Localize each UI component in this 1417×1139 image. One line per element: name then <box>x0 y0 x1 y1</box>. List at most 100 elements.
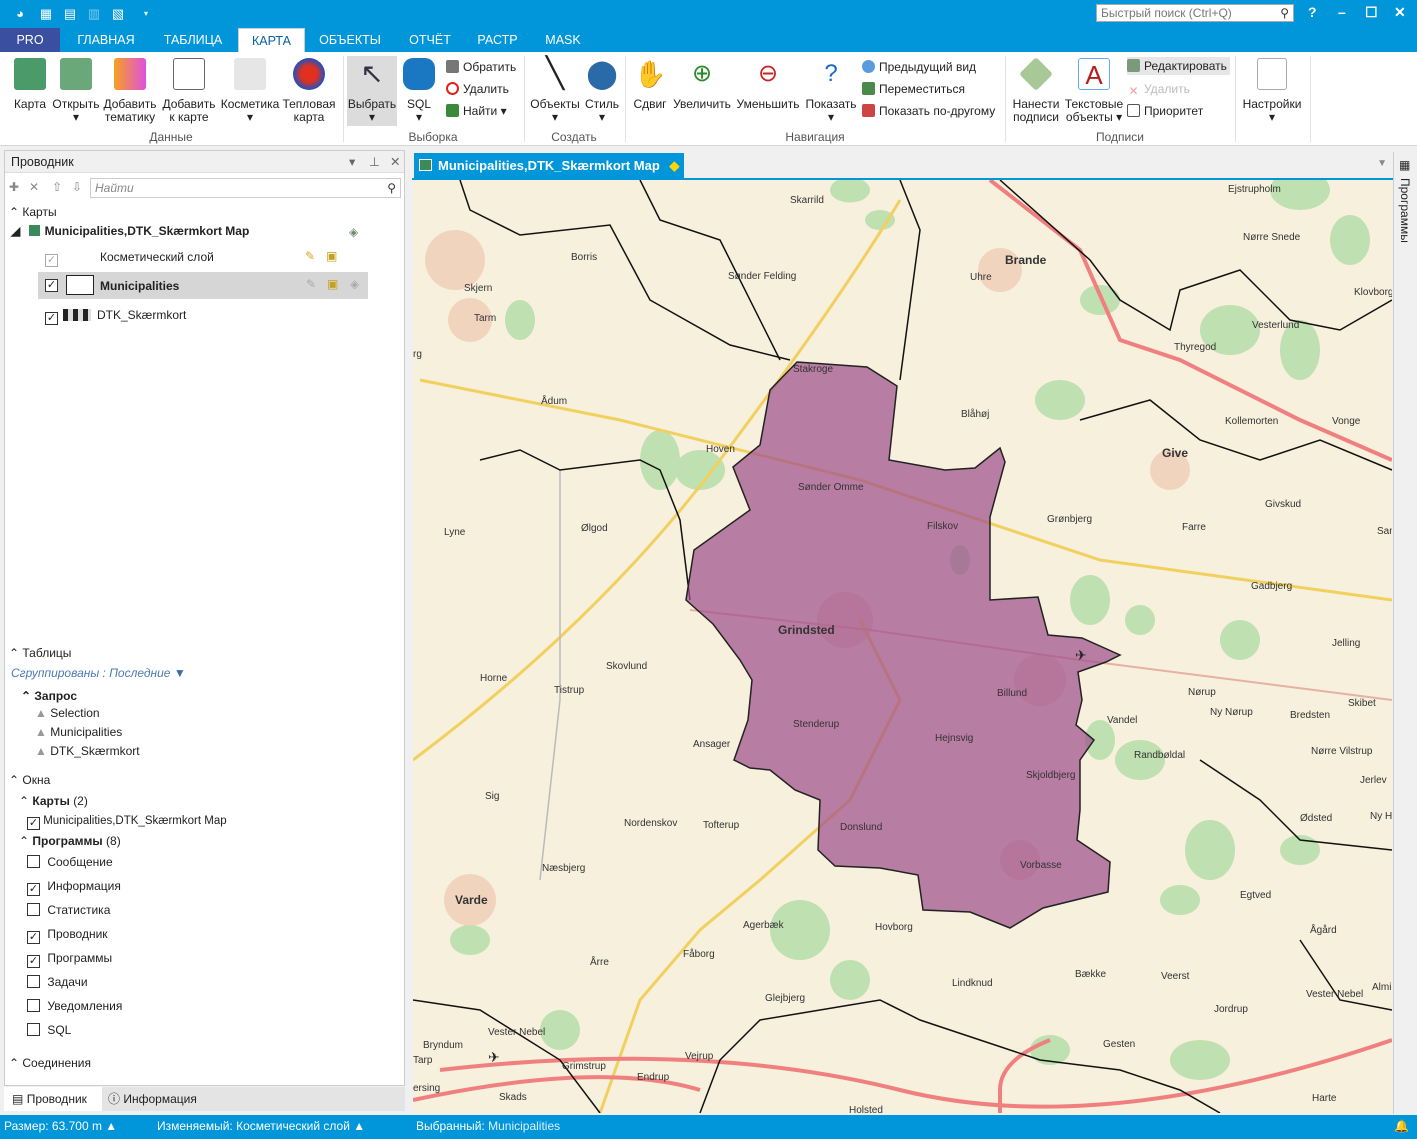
program-item[interactable]: ✓ Проводник <box>27 927 108 944</box>
open-button[interactable]: Открыть ▾ <box>52 58 100 124</box>
heatmap-button[interactable]: Тепловая карта <box>282 58 336 124</box>
show-button[interactable]: ? Показать ▾ <box>804 58 858 124</box>
zoom-in-button[interactable]: ⊕ Увеличить <box>672 58 732 111</box>
editable-pencil-icon[interactable]: ✎ <box>306 277 316 291</box>
editable-pencil-icon[interactable]: ✎ <box>305 249 315 263</box>
map-window-item[interactable]: ✓ Municipalities,DTK_Skærmkort Map <box>27 815 227 830</box>
program-item[interactable]: Статистика <box>27 903 110 917</box>
move-down-icon[interactable]: ⇩ <box>72 180 82 194</box>
label-visibility-icon[interactable]: ◈ <box>350 277 359 291</box>
program-checkbox[interactable] <box>27 1023 40 1036</box>
map-tree-item[interactable]: ◢ Municipalities,DTK_Skærmkort Map <box>11 224 249 238</box>
delete-selection-button[interactable]: Удалить <box>446 80 509 98</box>
find-layer-input[interactable]: Найти ⚲ <box>90 178 401 198</box>
select-button[interactable]: ↖ Выбрать ▾ <box>347 56 397 126</box>
show-other-button[interactable]: Показать по-другому <box>862 102 995 120</box>
programs-window-group[interactable]: ⌃ Программы (8) <box>19 834 121 848</box>
tab-pro[interactable]: PRO <box>0 28 60 52</box>
map-canvas[interactable]: Skarrild Ejstrupholm Borris Sønder Felding U… <box>413 180 1392 1113</box>
layer-visibility-checkbox[interactable]: ✓ <box>45 312 58 325</box>
help-button[interactable]: ? <box>1308 4 1317 20</box>
tables-section-header[interactable]: ⌃ Таблицы <box>9 646 71 660</box>
label-tools-icon[interactable]: ◈ <box>349 225 358 239</box>
style-button[interactable]: ⬤ Стиль ▾ <box>583 58 621 124</box>
remove-icon[interactable]: ✕ <box>29 180 39 194</box>
tab-report[interactable]: ОТЧЁТ <box>400 28 460 52</box>
cosmetic-button[interactable]: Косметика ▾ <box>220 58 280 124</box>
objects-button[interactable]: ╲ Объекты ▾ <box>529 58 581 124</box>
layer-visibility-checkbox[interactable]: ✓ <box>45 279 58 292</box>
program-checkbox[interactable] <box>27 999 40 1012</box>
quick-search-input[interactable]: Быстрый поиск (Ctrl+Q) ⚲ <box>1096 4 1294 22</box>
map-button[interactable]: Карта <box>10 58 50 111</box>
tab-explorer[interactable]: ▤ Проводник <box>4 1087 102 1111</box>
program-item[interactable]: ✓ Программы <box>27 951 112 968</box>
search-icon[interactable]: ⚲ <box>387 179 396 197</box>
program-checkbox[interactable]: ✓ <box>27 883 40 896</box>
maps-window-group[interactable]: ⌃ Карты (2) <box>19 794 88 808</box>
panel-menu-icon[interactable]: ▾ <box>349 151 355 173</box>
move-up-icon[interactable]: ⇧ <box>52 180 62 194</box>
open-icon[interactable]: ▤ <box>62 6 78 22</box>
close-table-icon[interactable]: ▧ <box>110 6 126 22</box>
save-icon[interactable]: ▥ <box>86 6 102 22</box>
table-item[interactable]: ▲ Municipalities <box>35 725 122 739</box>
programs-side-tab[interactable]: Программы <box>1398 178 1412 243</box>
previous-view-button[interactable]: Предыдущий вид <box>862 58 976 76</box>
status-size[interactable]: Размер: 63.700 m ▲ <box>4 1115 117 1137</box>
tab-information[interactable]: ⓘ Информация <box>108 1087 197 1111</box>
maximize-button[interactable]: ☐ <box>1365 4 1378 21</box>
layer-cosmetic[interactable]: ✓ Косметический слой <box>45 250 214 267</box>
quick-access-dropdown-icon[interactable]: ▾ <box>138 6 154 22</box>
app-logo-icon[interactable]: ◕ <box>12 6 28 22</box>
move-button[interactable]: Переместиться <box>862 80 965 98</box>
search-icon[interactable]: ⚲ <box>1280 5 1289 21</box>
connections-section-header[interactable]: ⌃ Соединения <box>9 1056 91 1070</box>
settings-button[interactable]: Настройки ▾ <box>1240 58 1304 124</box>
tab-home[interactable]: ГЛАВНАЯ <box>66 28 146 52</box>
pin-diamond-icon[interactable]: ◆ <box>669 158 679 173</box>
pin-icon[interactable]: ⊥ <box>369 151 380 173</box>
map-view[interactable]: Skarrild Ejstrupholm Borris Sønder Felding U… <box>413 180 1392 1113</box>
windows-section-header[interactable]: ⌃ Окна <box>9 773 50 787</box>
program-item[interactable]: SQL <box>27 1023 71 1037</box>
close-button[interactable]: ✕ <box>1394 4 1406 21</box>
add-thematic-button[interactable]: Добавить тематику <box>102 58 158 124</box>
program-checkbox[interactable] <box>27 855 40 868</box>
tab-map[interactable]: КАРТА <box>238 28 305 52</box>
programs-icon[interactable]: ▦ <box>1399 158 1410 172</box>
program-item[interactable]: ✓ Информация <box>27 879 121 896</box>
table-item[interactable]: ▲ Selection <box>35 706 100 720</box>
invert-button[interactable]: Обратить <box>446 58 516 76</box>
layer-dtk[interactable]: ✓ DTK_Skærmkort <box>45 308 186 325</box>
add-icon[interactable]: ✚ <box>9 180 19 194</box>
new-table-icon[interactable]: ▦ <box>38 6 54 22</box>
group-by-dropdown[interactable]: Сгруппированы : Последние ▼ <box>11 666 186 680</box>
minimize-button[interactable]: – <box>1338 4 1346 20</box>
program-checkbox[interactable] <box>27 903 40 916</box>
notifications-icon[interactable]: 🔔 <box>1394 1115 1409 1137</box>
layer-visibility-checkbox[interactable]: ✓ <box>45 254 58 267</box>
program-item[interactable]: Уведомления <box>27 999 122 1013</box>
layer-municipalities[interactable]: ✓ Municipalities ✎ ▣ ◈ <box>38 272 368 299</box>
priority-button[interactable]: Приоритет <box>1127 102 1203 120</box>
document-tab-map[interactable]: Municipalities,DTK_Skærmkort Map ◆ ✕ <box>414 153 684 198</box>
tab-table[interactable]: ТАБЛИЦА <box>152 28 234 52</box>
edit-labels-button[interactable]: Редактировать <box>1127 57 1230 75</box>
program-item[interactable]: Сообщение <box>27 855 113 869</box>
delete-labels-button[interactable]: ✕ Удалить <box>1127 80 1189 98</box>
sql-button[interactable]: SQL ▾ <box>402 58 436 124</box>
selectable-icon[interactable]: ▣ <box>326 249 337 263</box>
table-item[interactable]: ▲ DTK_Skærmkort <box>35 744 140 758</box>
tab-objects[interactable]: ОБЪЕКТЫ <box>310 28 390 52</box>
program-item[interactable]: Задачи <box>27 975 88 989</box>
maps-section-header[interactable]: ⌃ Карты <box>9 205 57 219</box>
add-to-map-button[interactable]: Добавить к карте <box>160 58 218 124</box>
find-button[interactable]: Найти ▾ <box>446 102 507 120</box>
close-panel-icon[interactable]: ✕ <box>390 151 400 173</box>
window-checkbox[interactable]: ✓ <box>27 817 40 830</box>
program-checkbox[interactable]: ✓ <box>27 955 40 968</box>
program-checkbox[interactable]: ✓ <box>27 931 40 944</box>
query-group[interactable]: ⌃ Запрос <box>21 689 77 703</box>
zoom-out-button[interactable]: ⊖ Уменьшить <box>734 58 802 111</box>
